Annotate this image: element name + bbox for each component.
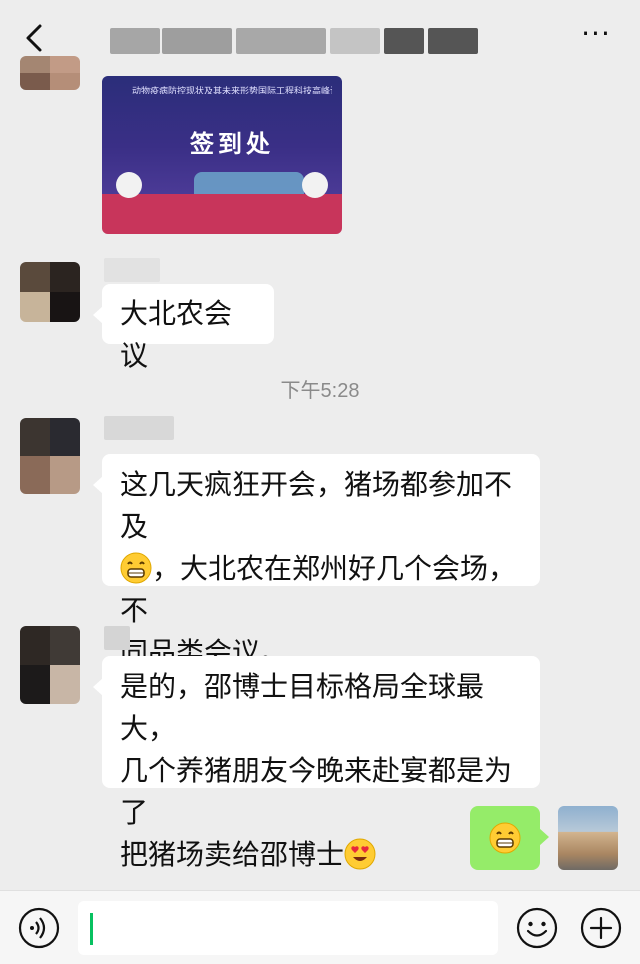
voice-button[interactable] [18, 907, 60, 949]
chat-header: ··· [0, 0, 640, 76]
avatar-mosaic [20, 626, 80, 704]
sender-name-blur [104, 626, 130, 650]
title-blur-6 [428, 28, 478, 54]
timestamp: 下午5:28 [280, 380, 360, 402]
image-people [194, 172, 304, 194]
more-functions-button[interactable] [580, 907, 622, 949]
message-text: 把猪场卖给邵博士 [120, 838, 345, 871]
grinning-face-emoji [120, 552, 152, 584]
image-table [102, 172, 342, 234]
avatar-mosaic [20, 56, 80, 90]
image-banner-subtitle: 动物疫病防控现状及其未来形势国际工程科技高峰论坛 [132, 87, 332, 94]
input-bar [0, 890, 640, 964]
chevron-left-icon [26, 24, 42, 52]
sender-avatar[interactable] [20, 262, 80, 322]
message-line: 这几天疯狂开会，猪场都参加不及 [120, 468, 513, 543]
image-banner-title: 签到处 [190, 130, 274, 158]
title-blur-3 [236, 28, 326, 54]
sender-avatar[interactable] [20, 418, 80, 494]
text-caret [90, 913, 93, 945]
chat-screen: ··· 动物疫病防控现状及其未来形势国际工程科技高峰论坛 签到处 大北农会议 下 [0, 0, 640, 964]
image-chair-1 [116, 172, 142, 198]
message-bubble[interactable]: 大北农会议 [93, 284, 274, 372]
title-blur-5 [384, 28, 424, 54]
title-blur-1 [110, 28, 160, 54]
title-blur-4 [330, 28, 380, 54]
sender-name-blur [104, 416, 174, 440]
own-avatar-photo [558, 806, 618, 870]
own-message-bubble[interactable] [470, 806, 549, 870]
emoji-icon [516, 907, 558, 949]
avatar-mosaic [20, 418, 80, 494]
message-line: 几个养猪朋友今晚来赴宴都是为了 [120, 754, 513, 829]
image-chair-2 [302, 172, 328, 198]
sender-name-blur [104, 258, 160, 282]
own-avatar[interactable] [558, 806, 618, 870]
sender-avatar[interactable] [20, 626, 80, 704]
message-line: 把猪场卖给邵博士 [120, 834, 522, 876]
heart-eyes-emoji [344, 838, 376, 870]
plus-icon [580, 907, 622, 949]
sender-avatar[interactable] [20, 56, 80, 90]
message-bubble[interactable]: 是的，邵博士目标格局全球最大， 几个养猪朋友今晚来赴宴都是为了 把猪场卖给邵博士 [93, 656, 540, 871]
message-line: 是的，邵博士目标格局全球最大， [120, 670, 485, 745]
message-text: 大北农会议 [120, 297, 233, 372]
voice-icon [18, 907, 60, 949]
more-options-button[interactable]: ··· [574, 20, 618, 52]
image-message[interactable]: 动物疫病防控现状及其未来形势国际工程科技高峰论坛 签到处 [102, 76, 342, 234]
message-input[interactable] [78, 901, 498, 955]
chat-title [110, 26, 480, 56]
avatar-mosaic [20, 262, 80, 322]
title-blur-2 [162, 28, 232, 54]
message-text: ，大北农在郑州好几个会场，不 [120, 552, 517, 627]
grinning-face-emoji [489, 822, 521, 854]
message-line: ，大北农在郑州好几个会场，不 [120, 548, 522, 632]
back-button[interactable] [18, 20, 54, 56]
emoji-button[interactable] [516, 907, 558, 949]
message-bubble[interactable]: 这几天疯狂开会，猪场都参加不及 ，大北农在郑州好几个会场，不 同品类会议。 [93, 454, 540, 669]
